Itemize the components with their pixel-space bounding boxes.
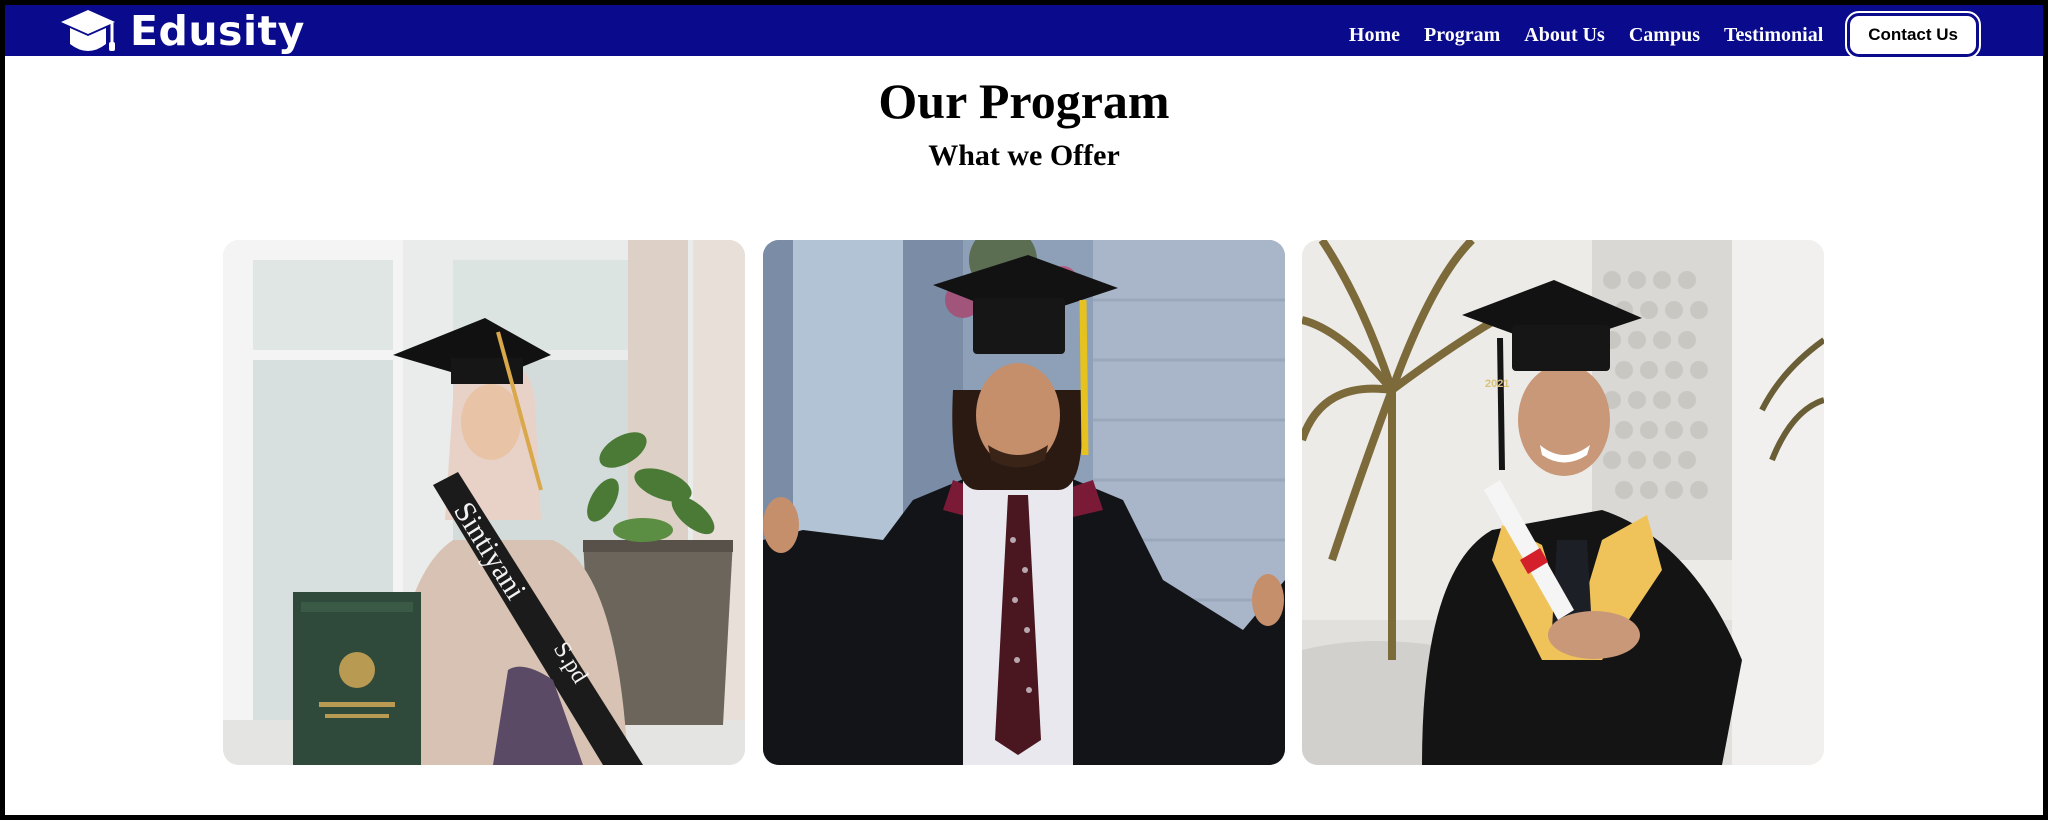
brand-name: Edusity xyxy=(130,7,305,55)
program-card-1[interactable]: Sintiyani S.pd xyxy=(223,240,745,765)
main-nav: Home Program About Us Campus Testimonial… xyxy=(1325,11,1981,59)
page-frame: Edusity Home Program About Us Campus Tes… xyxy=(0,0,2048,820)
section-subtitle: What we Offer xyxy=(928,139,1120,172)
nav-campus[interactable]: Campus xyxy=(1629,17,1700,53)
brand-logo[interactable]: Edusity xyxy=(60,8,305,54)
top-navbar: Edusity Home Program About Us Campus Tes… xyxy=(5,5,2043,59)
program-card-2[interactable] xyxy=(763,240,1285,765)
male-graduate-photo xyxy=(763,240,1285,765)
tassel-year: 2021 xyxy=(1485,378,1509,390)
contact-us-button[interactable]: Contact Us xyxy=(1845,11,1981,59)
nav-about-us[interactable]: About Us xyxy=(1524,17,1605,53)
graduation-cap-icon xyxy=(61,10,115,51)
male-graduate-with-diploma-photo: 2021 xyxy=(1302,240,1824,765)
nav-testimonial[interactable]: Testimonial xyxy=(1724,17,1823,53)
nav-program[interactable]: Program xyxy=(1424,17,1500,53)
nav-home[interactable]: Home xyxy=(1349,17,1400,53)
section-title: Our Program xyxy=(878,73,1170,129)
female-graduate-photo: Sintiyani S.pd xyxy=(223,240,745,765)
program-card-3[interactable]: 2021 xyxy=(1302,240,1824,765)
